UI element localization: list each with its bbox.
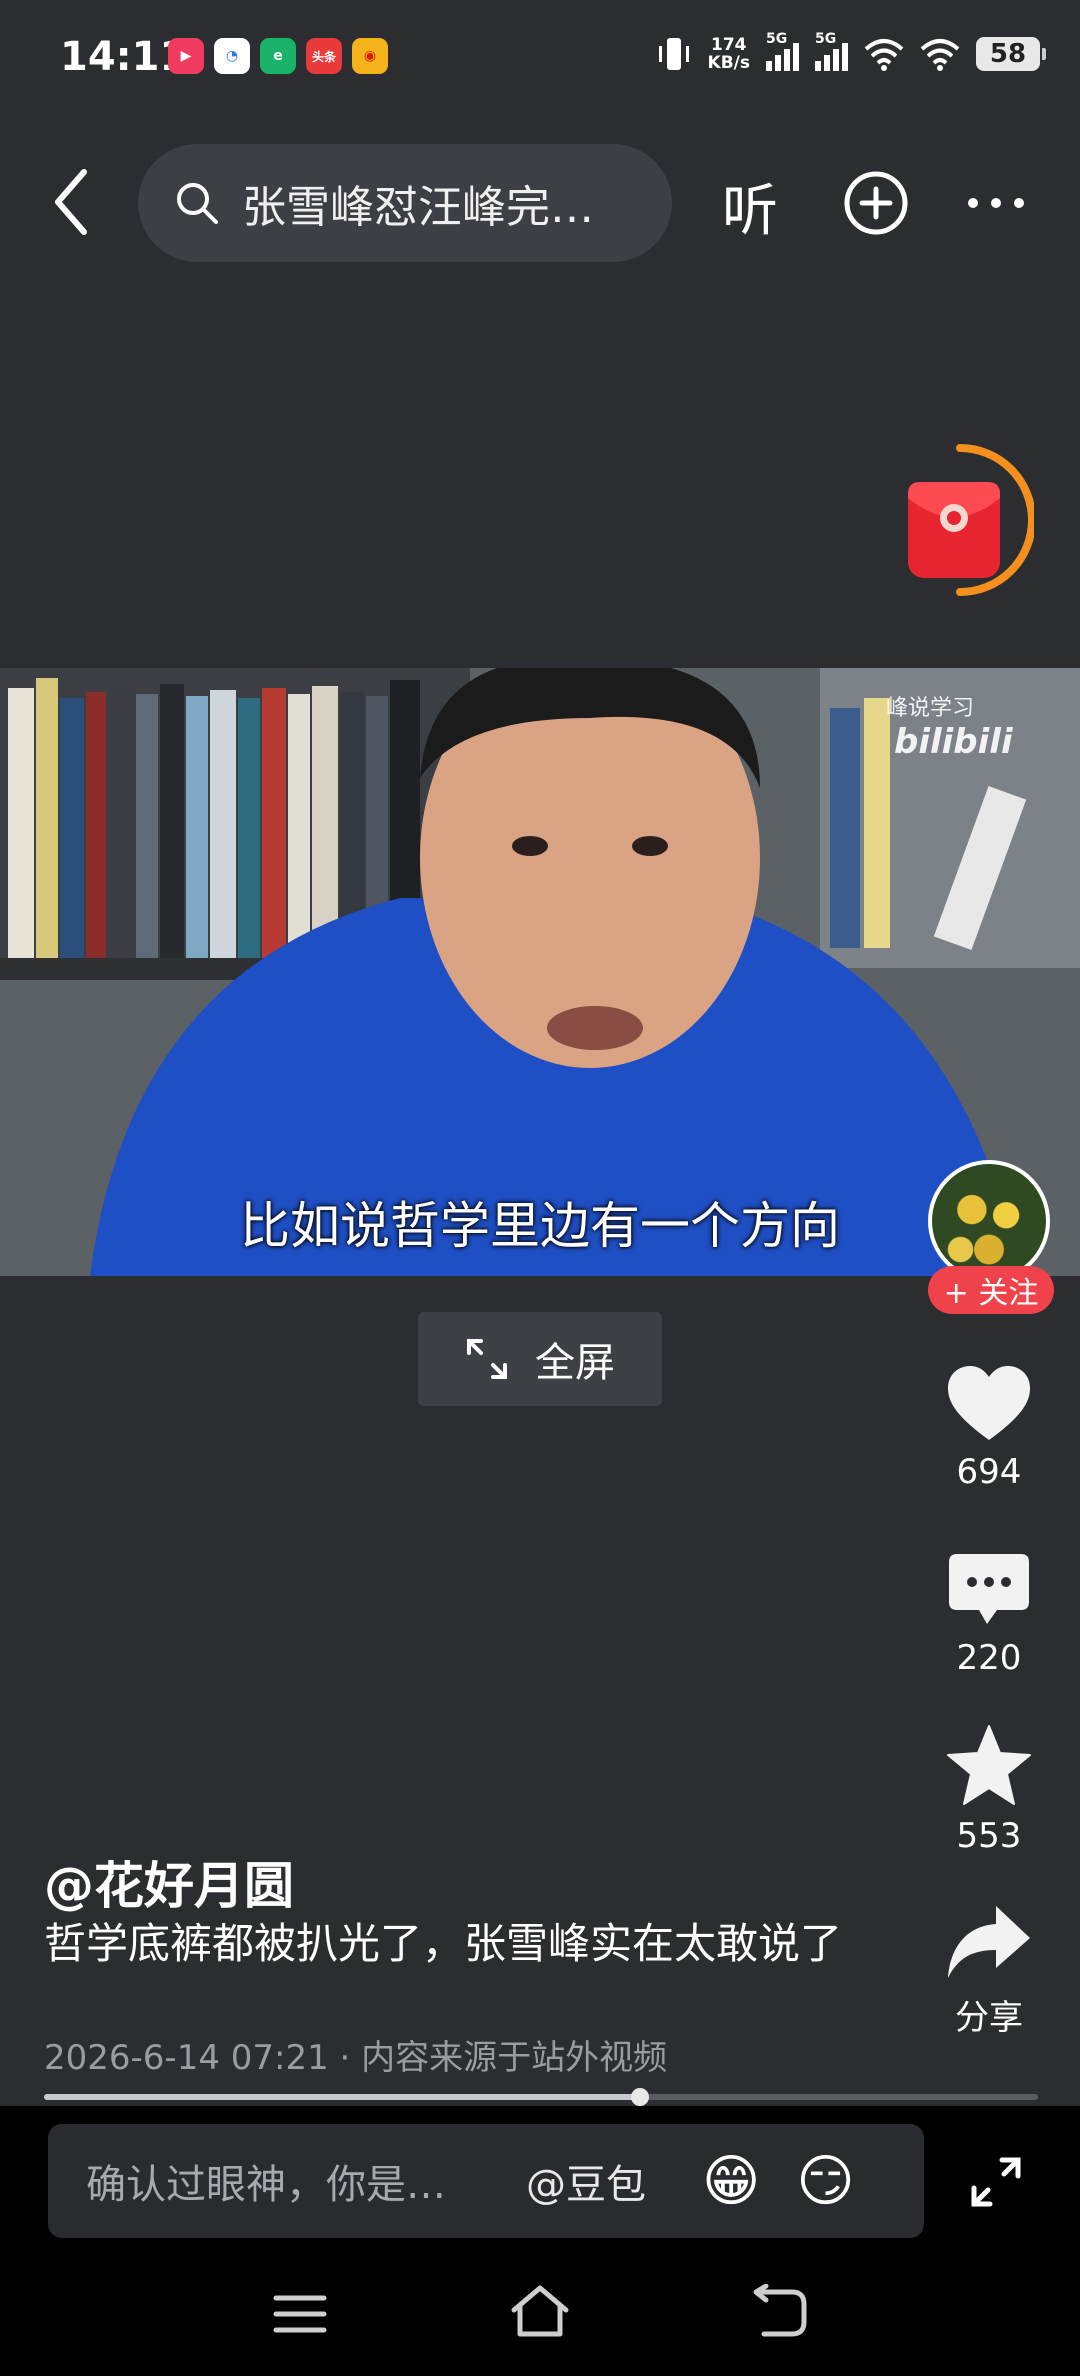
cellular-signal-1-icon: 5G (766, 31, 799, 71)
share-button[interactable]: 分享 (924, 1904, 1054, 2039)
mention-button[interactable]: @豆包 (526, 2152, 646, 2210)
search-icon (177, 183, 218, 224)
browser-icon: ◔ (214, 38, 250, 74)
fullscreen-button[interactable]: 全屏 (418, 1312, 662, 1406)
author-avatar[interactable] (928, 1160, 1050, 1282)
expand-arrows-icon (467, 1339, 507, 1379)
net-speed: 174 KB/s (708, 36, 750, 72)
author-name[interactable]: @花好月圆 (44, 1846, 294, 1918)
comment-input[interactable]: 确认过眼神，你是… @豆包 😁 😏 (48, 2124, 924, 2238)
nav-back-icon[interactable] (752, 2284, 808, 2338)
net-speed-unit: KB/s (707, 53, 750, 73)
comment-placeholder: 确认过眼神，你是… (86, 2162, 446, 2208)
favorite-button[interactable]: 553 (924, 1724, 1054, 1856)
video-watermark: 峰说学习bilibili (886, 690, 1080, 762)
nav-menu-icon[interactable] (272, 2294, 328, 2334)
comment-icon (949, 1554, 1029, 1624)
watermark-brand: bilibili (894, 722, 1013, 762)
edge-icon: e (260, 38, 296, 74)
progress-fill (44, 2094, 640, 2100)
expand-icon[interactable] (970, 2156, 1022, 2208)
like-button[interactable]: 694 (924, 1364, 1054, 1492)
nav-home-icon[interactable] (508, 2284, 572, 2340)
post-description: 哲学底裤都被扒光了，张雪峰实在太敢说了 (44, 1919, 843, 1968)
vibrate-icon (658, 38, 689, 70)
video-app-icon: ▶ (168, 38, 204, 74)
battery-icon: 58 (976, 37, 1046, 71)
toutiao-icon: 头条 (306, 38, 342, 74)
net-speed-value: 174 (711, 35, 747, 55)
favorite-count: 553 (956, 1816, 1022, 1856)
share-label: 分享 (955, 1998, 1023, 2038)
progress-thumb[interactable] (631, 2088, 649, 2106)
heart-icon (948, 1366, 1030, 1440)
listen-button[interactable]: 听 (722, 166, 778, 247)
like-count: 694 (956, 1452, 1022, 1492)
status-indicators: 174 KB/s 5G 5G 58 (656, 31, 1046, 74)
fullscreen-label: 全屏 (535, 1340, 615, 1386)
search-query: 张雪峰怼汪峰完… (242, 182, 594, 233)
wifi-2-icon (920, 39, 960, 71)
signal-1-label: 5G (766, 31, 788, 47)
signal-2-label: 5G (815, 31, 837, 47)
comment-count: 220 (956, 1638, 1022, 1678)
search-box[interactable]: 张雪峰怼汪峰完… (138, 144, 672, 262)
wifi-icon (864, 39, 904, 71)
add-icon[interactable] (843, 170, 909, 236)
comment-button[interactable]: 220 (924, 1552, 1054, 1678)
follow-button[interactable]: + 关注 (928, 1266, 1054, 1314)
grin-emoji-icon[interactable]: 😁 (702, 2149, 760, 2214)
smirk-emoji-icon[interactable]: 😏 (796, 2149, 854, 2214)
notification-app-icons: ▶ ◔ e 头条 ◉ (168, 38, 388, 74)
red-envelope-icon[interactable] (900, 444, 1034, 598)
weibo-icon: ◉ (352, 38, 388, 74)
post-meta: 2026-6-14 07:21 · 内容来源于站外视频 (44, 2038, 668, 2078)
more-icon[interactable] (966, 196, 1026, 210)
watermark-channel: 峰说学习 (886, 696, 975, 721)
video-subtitle: 比如说哲学里边有一个方向 (240, 1197, 840, 1255)
cellular-signal-2-icon: 5G (815, 31, 848, 71)
star-icon (947, 1725, 1031, 1805)
share-arrow-icon (948, 1906, 1030, 1978)
back-icon[interactable] (44, 160, 104, 244)
